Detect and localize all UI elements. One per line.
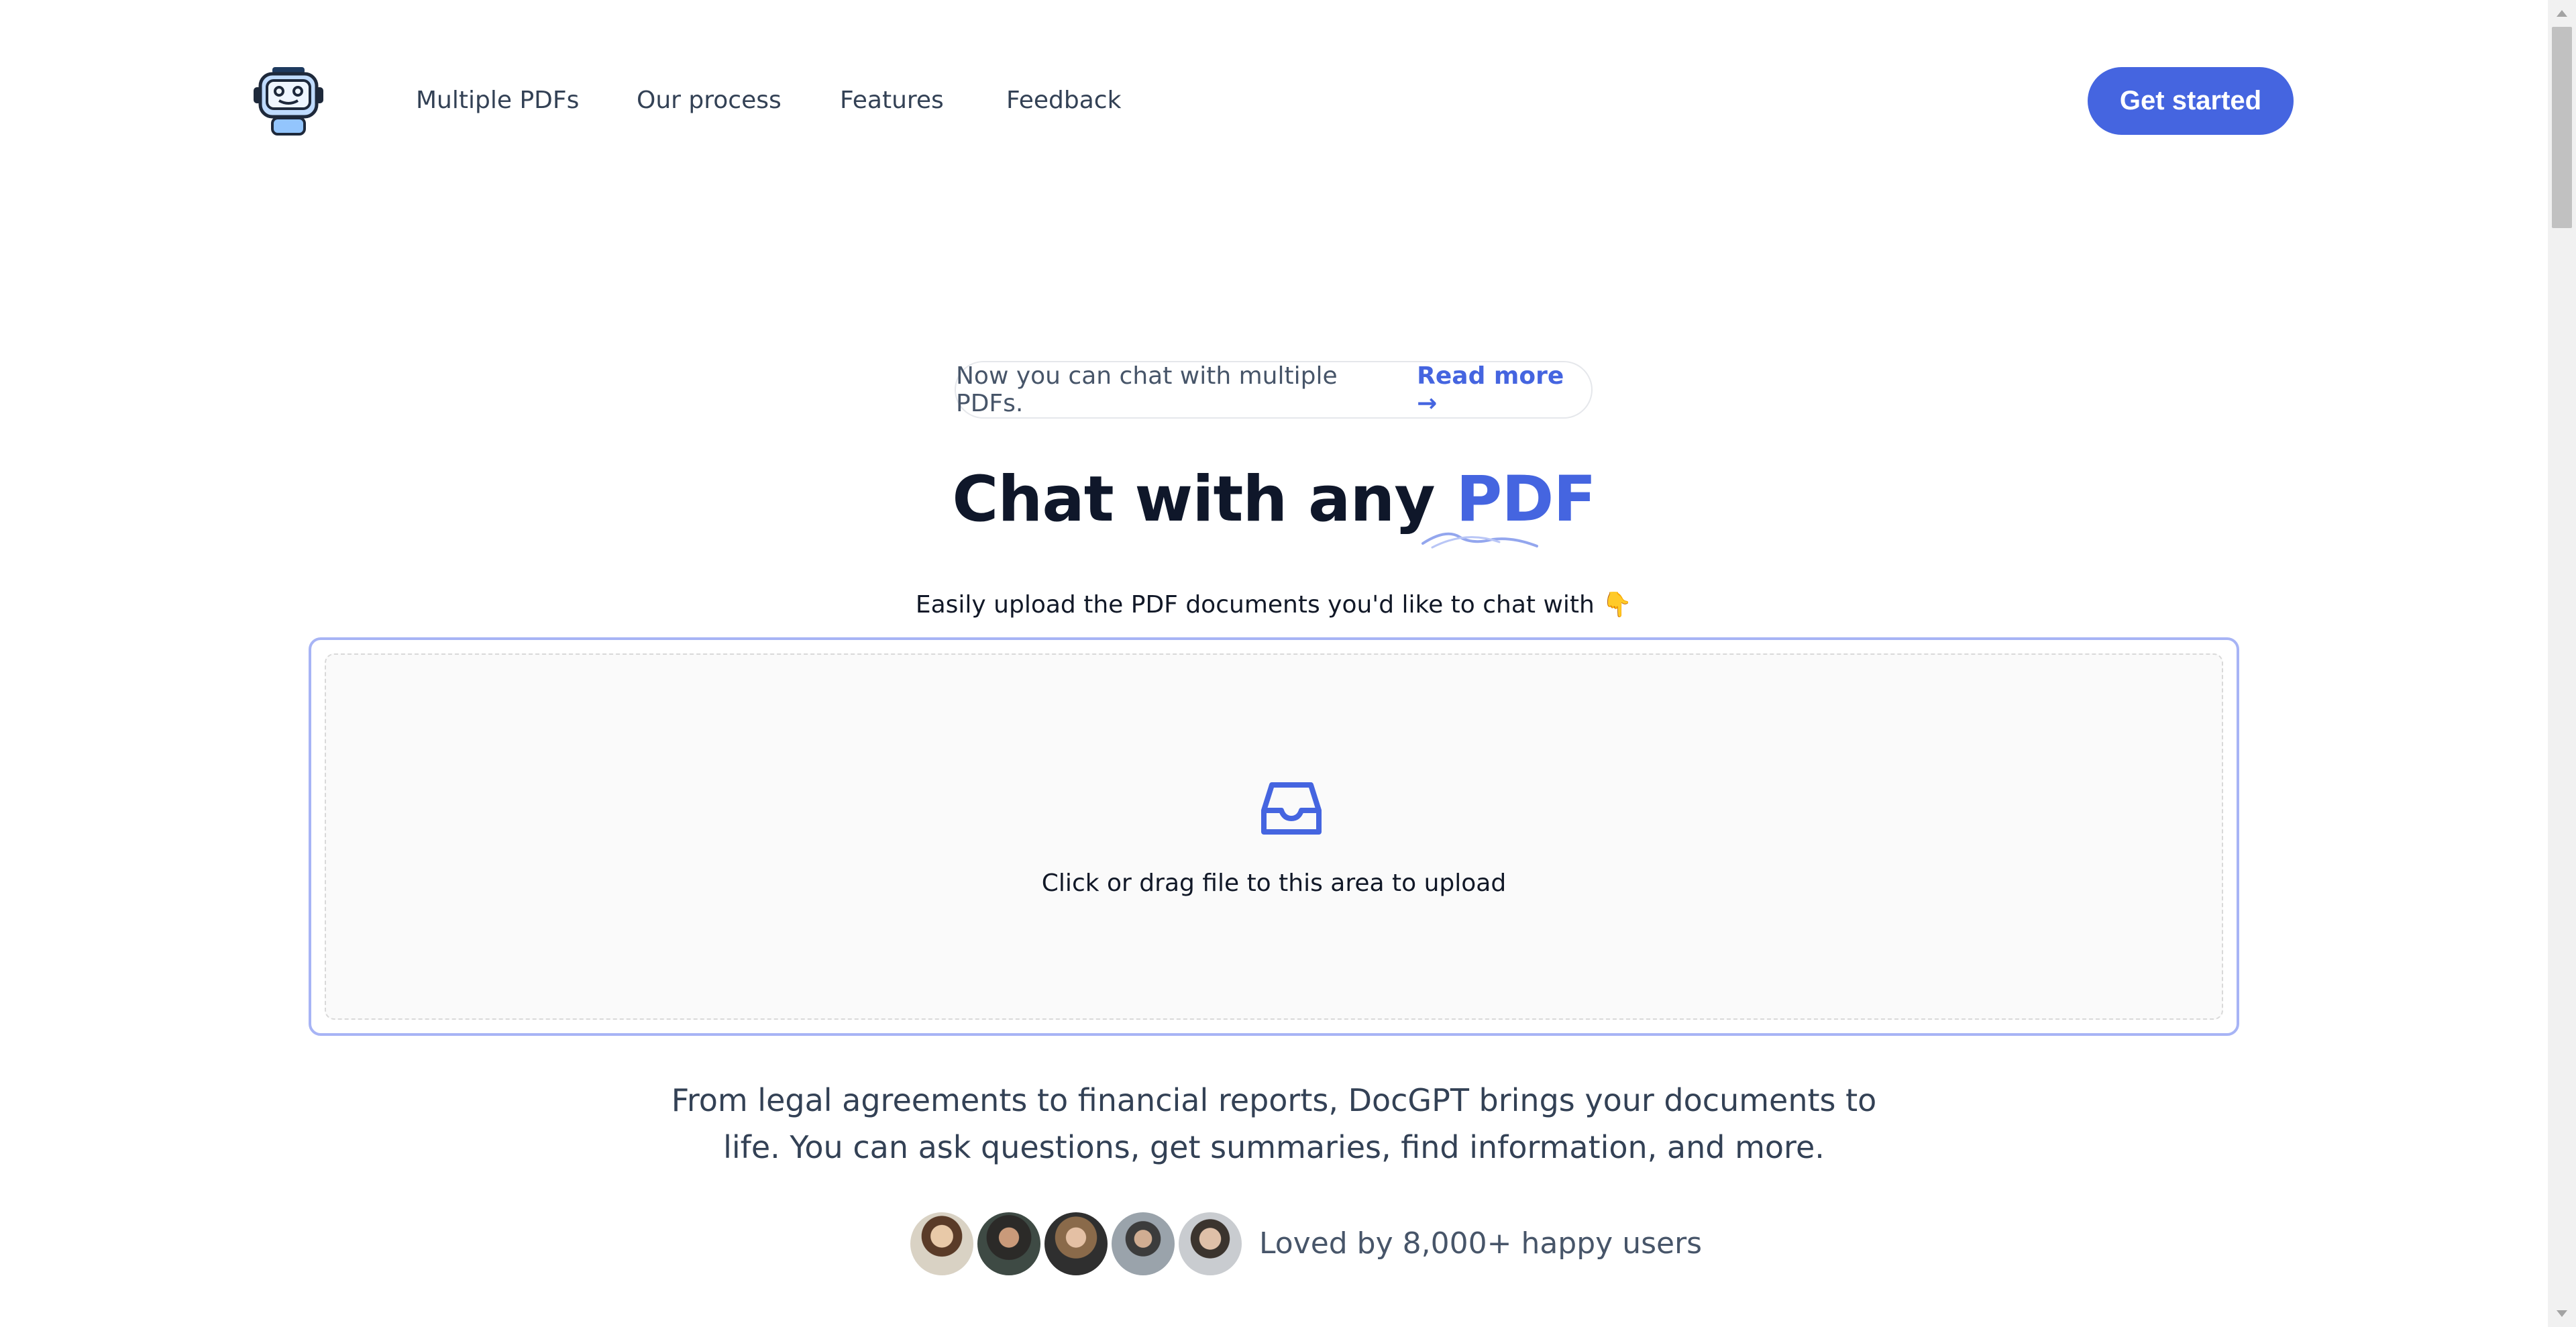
avatar: [1042, 1210, 1110, 1278]
underline-squiggle-icon: [1421, 532, 1538, 549]
scroll-down-icon[interactable]: [2548, 1300, 2576, 1327]
upload-dropzone-inner[interactable]: Click or drag file to this area to uploa…: [325, 653, 2223, 1020]
scrollbar-thumb[interactable]: [2552, 27, 2572, 228]
social-proof-label: Loved by 8,000+ happy users: [1259, 1226, 1703, 1261]
nav-link-our-process[interactable]: Our process: [637, 86, 782, 115]
scroll-up-icon[interactable]: [2548, 0, 2576, 27]
page-title-plain: Chat with any: [952, 463, 1456, 536]
avatar: [908, 1210, 976, 1278]
avatar: [1176, 1210, 1244, 1278]
announcement-text: Now you can chat with multiple PDFs.: [956, 362, 1338, 417]
announcement-pill: Now you can chat with multiple PDFs. Rea…: [955, 361, 1593, 419]
hero-subtitle: Easily upload the PDF documents you'd li…: [915, 591, 1633, 619]
get-started-button[interactable]: Get started: [2088, 67, 2294, 135]
vertical-scrollbar[interactable]: [2548, 0, 2576, 1327]
nav-link-feedback[interactable]: Feedback: [1006, 86, 1121, 115]
avatar: [975, 1210, 1043, 1278]
read-more-link[interactable]: Read more →: [1417, 362, 1591, 417]
inbox-icon: [1261, 782, 1322, 835]
product-description: From legal agreements to financial repor…: [0, 1077, 2548, 1171]
nav-link-multiple-pdfs[interactable]: Multiple PDFs: [416, 86, 579, 115]
nav-link-features[interactable]: Features: [840, 86, 944, 115]
upload-instruction: Click or drag file to this area to uploa…: [1041, 869, 1507, 897]
avatar: [1109, 1210, 1177, 1278]
landing-page: Multiple PDFs Our process Features Feedb…: [0, 0, 2548, 1327]
user-avatars: [908, 1210, 1246, 1278]
description-line-1: From legal agreements to financial repor…: [671, 1082, 1877, 1118]
robot-logo-icon[interactable]: [252, 64, 325, 137]
description-line-2: life. You can ask questions, get summari…: [723, 1129, 1825, 1165]
page-title: Chat with any PDF: [0, 463, 2548, 536]
upload-dropzone[interactable]: Click or drag file to this area to uploa…: [309, 637, 2239, 1036]
